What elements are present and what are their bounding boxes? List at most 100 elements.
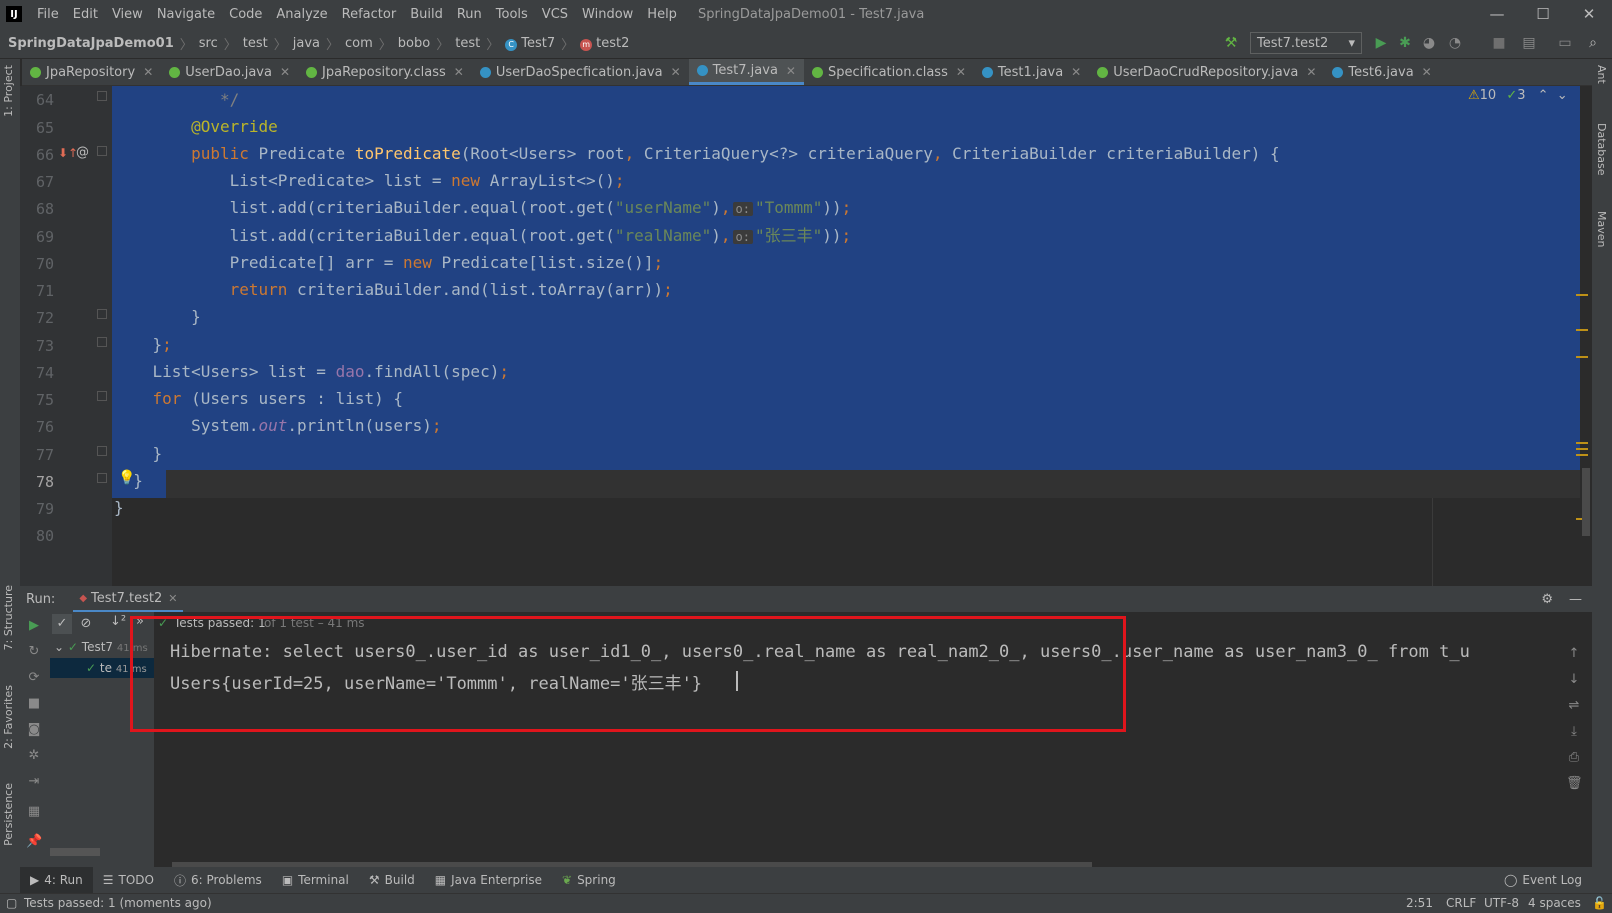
trash-icon[interactable]: 🗑 xyxy=(1566,776,1583,791)
layout-icon[interactable]: ▭ xyxy=(1556,34,1574,52)
bottom-tab-run[interactable]: ▶ 4: Run xyxy=(20,867,93,893)
menu-file[interactable]: File xyxy=(30,7,66,22)
exit-icon[interactable]: ⇥ xyxy=(26,774,42,789)
menu-tools[interactable]: Tools xyxy=(489,7,535,22)
menu-view[interactable]: View xyxy=(105,7,150,22)
close-icon[interactable]: ✕ xyxy=(956,65,966,79)
menu-analyze[interactable]: Analyze xyxy=(269,7,334,22)
rerun-failed-icon[interactable]: ↻ xyxy=(26,644,42,659)
menu-edit[interactable]: Edit xyxy=(66,7,105,22)
menu-vcs[interactable]: VCS xyxy=(535,7,575,22)
tab-jparepository-class[interactable]: JpaRepository.class ✕ xyxy=(298,59,472,85)
gear-icon[interactable]: ⚙ xyxy=(1541,592,1553,607)
debug-icon[interactable]: ✱ xyxy=(1396,34,1414,52)
tool-project[interactable]: 1: Project xyxy=(2,65,15,117)
scroll-marker[interactable] xyxy=(1576,448,1588,450)
close-icon[interactable]: ✕ xyxy=(786,64,796,78)
close-icon[interactable]: ✕ xyxy=(671,65,681,79)
line-separator[interactable]: CRLF xyxy=(1446,896,1476,910)
breadcrumb-java[interactable]: java xyxy=(289,36,324,51)
fold-marker-icon[interactable] xyxy=(97,473,107,483)
breadcrumb-project[interactable]: SpringDataJpaDemo01 xyxy=(0,36,178,51)
run-tab[interactable]: ◆ Test7.test2 ✕ xyxy=(73,586,184,612)
tool-database[interactable]: Database xyxy=(1595,123,1608,176)
scroll-marker[interactable] xyxy=(1576,294,1588,296)
bottom-tab-spring[interactable]: ❦ Spring xyxy=(552,873,626,887)
show-passed-icon[interactable]: ✓ xyxy=(52,614,72,634)
coverage-icon[interactable]: ◕ xyxy=(1420,34,1438,52)
inspection-widget[interactable]: ⚠10 ✓3 ⌃ ⌄ xyxy=(1468,88,1568,103)
bottom-tab-java-enterprise[interactable]: ▦ Java Enterprise xyxy=(425,873,552,887)
stop-icon[interactable]: ■ xyxy=(26,696,42,711)
scroll-marker[interactable] xyxy=(1576,442,1588,444)
close-button[interactable]: ✕ xyxy=(1566,0,1612,28)
show-ignored-icon[interactable]: ⊘ xyxy=(76,614,96,634)
fold-marker-icon[interactable] xyxy=(97,146,107,156)
event-log-button[interactable]: ◯ Event Log xyxy=(1494,873,1592,887)
menu-navigate[interactable]: Navigate xyxy=(150,7,222,22)
menu-help[interactable]: Help xyxy=(640,7,684,22)
status-message[interactable]: Tests passed: 1 (moments ago) xyxy=(24,896,212,910)
profile-icon[interactable]: ◔ xyxy=(1446,34,1464,52)
soft-wrap-icon[interactable]: ⇌ xyxy=(1566,698,1582,713)
tab-test6[interactable]: Test6.java ✕ xyxy=(1324,59,1439,85)
menu-window[interactable]: Window xyxy=(575,7,640,22)
maximize-button[interactable]: ☐ xyxy=(1520,0,1566,28)
fold-marker-icon[interactable] xyxy=(97,446,107,456)
rerun-icon[interactable]: ▶ xyxy=(26,618,42,633)
tab-userdaospecfication[interactable]: UserDaoSpecfication.java ✕ xyxy=(472,59,689,85)
pin-icon[interactable]: 📌 xyxy=(26,834,42,849)
fold-marker-icon[interactable] xyxy=(97,391,107,401)
editor-scrollbar[interactable] xyxy=(1582,468,1590,536)
close-icon[interactable]: ✕ xyxy=(143,65,153,79)
print-icon[interactable]: ⎙ xyxy=(1566,750,1582,765)
indent-setting[interactable]: 4 spaces xyxy=(1528,896,1581,910)
tool-favorites[interactable]: 2: Favorites xyxy=(2,685,15,749)
lock-icon[interactable]: 🔓 xyxy=(1592,896,1607,910)
menu-refactor[interactable]: Refactor xyxy=(335,7,404,22)
layout-icon[interactable]: ▦ xyxy=(26,804,42,819)
project-structure-icon[interactable]: ▤ xyxy=(1520,34,1538,52)
toggle-autotest-icon[interactable]: ⟳ xyxy=(26,670,42,685)
menu-run[interactable]: Run xyxy=(450,7,489,22)
annotation-at-icon[interactable]: @ xyxy=(76,145,89,160)
close-icon[interactable]: ✕ xyxy=(1306,65,1316,79)
file-encoding[interactable]: UTF-8 xyxy=(1484,896,1519,910)
chevron-down-icon[interactable]: ⌄ xyxy=(1557,88,1568,103)
tab-userdao[interactable]: UserDao.java ✕ xyxy=(161,59,298,85)
tab-userdaocrudrepository[interactable]: UserDaoCrudRepository.java ✕ xyxy=(1089,59,1324,85)
caret-position[interactable]: 2:51 xyxy=(1406,896,1433,910)
minimize-panel-icon[interactable]: — xyxy=(1569,592,1582,607)
tab-test1[interactable]: Test1.java ✕ xyxy=(974,59,1089,85)
chevron-up-icon[interactable]: ⌃ xyxy=(1538,88,1549,103)
fold-marker-icon[interactable] xyxy=(97,337,107,347)
close-icon[interactable]: ✕ xyxy=(168,592,177,605)
breadcrumb-com[interactable]: com xyxy=(341,36,377,51)
bottom-tab-build[interactable]: ⚒ Build xyxy=(359,873,425,887)
fold-marker-icon[interactable] xyxy=(97,91,107,101)
minimize-button[interactable]: — xyxy=(1474,0,1520,28)
tree-scrollbar[interactable] xyxy=(50,848,100,856)
close-icon[interactable]: ✕ xyxy=(454,65,464,79)
close-icon[interactable]: ✕ xyxy=(1422,65,1432,79)
hammer-build-icon[interactable]: ⚒ xyxy=(1222,34,1240,52)
breadcrumb-test[interactable]: test xyxy=(239,36,272,51)
bottom-tab-todo[interactable]: ☰ TODO xyxy=(93,873,164,887)
stop-icon[interactable]: ■ xyxy=(1490,34,1508,52)
run-configuration-select[interactable]: Test7.test2 ▾ xyxy=(1250,32,1362,54)
sort-icon[interactable]: ↓² xyxy=(110,614,126,629)
tab-specification-class[interactable]: Specification.class ✕ xyxy=(804,59,974,85)
breadcrumb-src[interactable]: src xyxy=(195,36,222,51)
close-icon[interactable]: ✕ xyxy=(280,65,290,79)
up-arrow-icon[interactable]: ↑ xyxy=(1566,646,1582,661)
close-icon[interactable]: ✕ xyxy=(1071,65,1081,79)
scroll-marker[interactable] xyxy=(1576,454,1588,456)
search-icon[interactable]: ⌕ xyxy=(1584,34,1602,52)
tool-maven[interactable]: Maven xyxy=(1595,211,1608,247)
settings-icon[interactable]: ✲ xyxy=(26,748,42,763)
scroll-marker[interactable] xyxy=(1576,329,1588,331)
tool-persistence[interactable]: Persistence xyxy=(2,783,15,846)
breadcrumb-method[interactable]: m test2 xyxy=(576,36,633,51)
scroll-marker[interactable] xyxy=(1576,356,1588,358)
breadcrumb-test-pkg[interactable]: test xyxy=(451,36,484,51)
